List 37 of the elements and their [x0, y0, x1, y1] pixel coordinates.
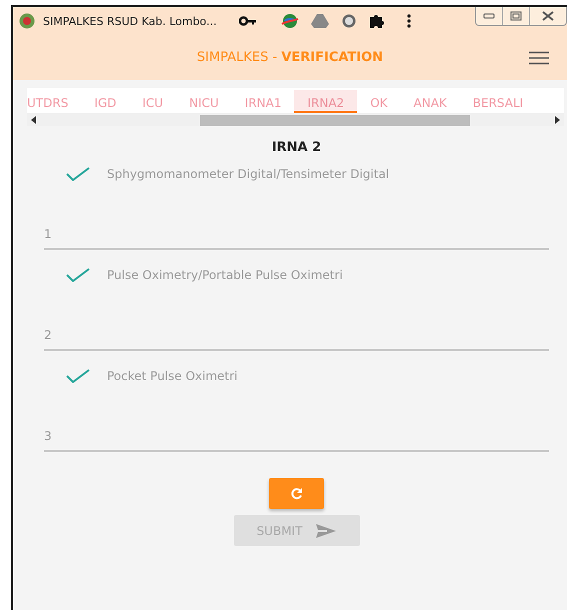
tab[interactable]: IRNA2 — [294, 90, 358, 113]
window-title: SIMPALKES RSUD Kab. Lombo... — [43, 14, 217, 28]
scroll-left-icon[interactable] — [31, 116, 37, 124]
input-field[interactable]: 2 — [44, 324, 549, 351]
refresh-icon — [290, 487, 303, 500]
tab[interactable]: IGD — [94, 90, 116, 113]
checkbox[interactable] — [66, 369, 90, 383]
puzzle-icon[interactable] — [368, 13, 385, 29]
tab[interactable]: OK — [370, 90, 388, 113]
scroll-right-icon[interactable] — [554, 116, 560, 124]
send-icon — [316, 524, 336, 538]
menu-icon[interactable] — [529, 51, 549, 65]
tab[interactable]: IRNA1 — [244, 90, 282, 113]
circle-icon[interactable] — [340, 13, 357, 29]
checkbox-label: Pulse Oximetry/Portable Pulse Oximetri — [107, 268, 343, 282]
app-title: SIMPALKES - VERIFICATION — [196, 50, 384, 65]
input-field[interactable]: 3 — [44, 425, 549, 452]
tab[interactable]: UTDRS — [27, 90, 68, 113]
section-title: IRNA 2 — [270, 140, 322, 155]
input-field[interactable]: 1 — [44, 223, 549, 250]
key-icon[interactable] — [238, 16, 257, 26]
kebab-menu-icon[interactable] — [406, 14, 411, 28]
minimize-icon — [483, 13, 495, 19]
horizontal-scrollbar[interactable] — [27, 113, 564, 126]
maximize-icon — [510, 11, 522, 21]
checkbox-label: Sphygmomanometer Digital/Tensimeter Digital — [107, 167, 390, 181]
tab[interactable]: BERSALI — [472, 90, 524, 113]
tab[interactable]: ANAK — [414, 90, 447, 113]
checkbox[interactable] — [66, 268, 90, 282]
checkbox[interactable] — [66, 167, 90, 181]
triangle-icon[interactable] — [310, 13, 329, 29]
globe-icon[interactable] — [280, 13, 299, 29]
tab[interactable]: NICU — [189, 90, 219, 113]
app-logo-icon — [19, 13, 35, 29]
checkbox-label: Pocket Pulse Oximetri — [107, 369, 238, 383]
close-icon — [542, 11, 554, 21]
tab[interactable]: ICU — [142, 90, 164, 113]
